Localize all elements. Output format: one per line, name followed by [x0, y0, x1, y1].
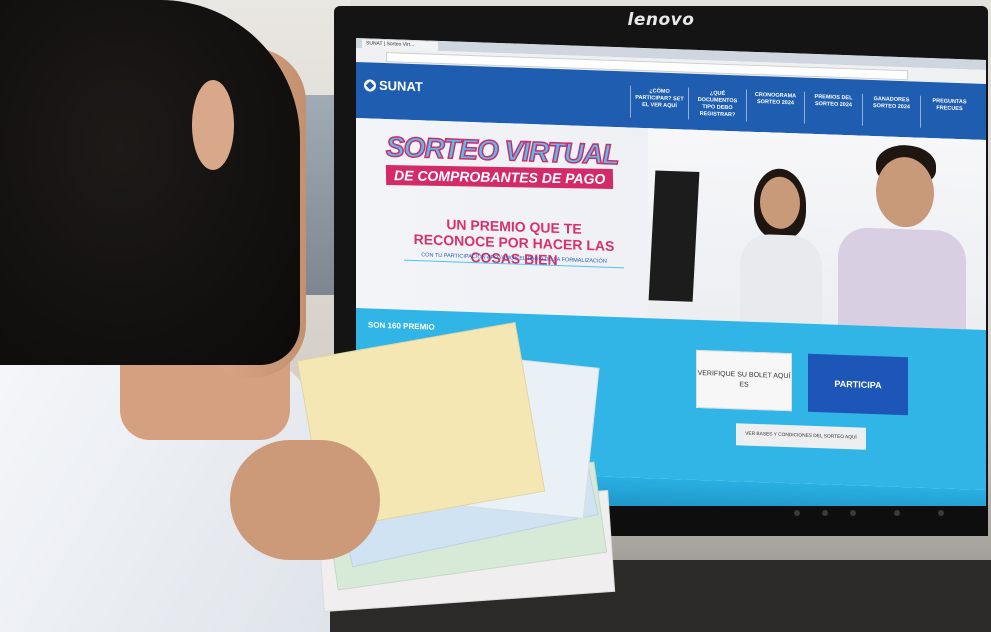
sunat-logo-text: SUNAT	[379, 77, 423, 95]
desktop-computer-image	[648, 170, 700, 302]
woman-figure	[734, 167, 824, 325]
sunat-logo-icon	[364, 78, 376, 92]
man-figure	[826, 142, 966, 330]
menu-button-icon[interactable]	[822, 510, 828, 516]
person-hair	[0, 0, 300, 365]
terms-conditions-button[interactable]: VER BASES Y CONDICIONES DEL SORTEO AQUÍ	[736, 423, 866, 450]
nav-ganadores[interactable]: GANADORES SORTEO 2024	[862, 93, 920, 128]
nav-premios[interactable]: PREMIOS DEL SORTEO 2024	[804, 91, 862, 126]
power-button-icon[interactable]	[794, 510, 800, 516]
nav-como-participar[interactable]: ¿CÓMO PARTICIPAR? SET EL VER AQUÍ	[630, 85, 688, 120]
person-hand	[230, 440, 380, 560]
photo-scene: lenovo SUNAT | Sorteo Virt... SUNAT ¿CÓM…	[0, 0, 991, 632]
verify-receipt-button[interactable]: VERIFIQUE SU BOLET AQUÍ ES	[696, 349, 792, 412]
up-button-icon[interactable]	[850, 510, 856, 516]
main-nav: ¿CÓMO PARTICIPAR? SET EL VER AQUÍ ¿QUÉ D…	[630, 85, 978, 130]
input-button-icon[interactable]	[938, 510, 944, 516]
monitor-brand-logo: lenovo	[627, 10, 695, 30]
down-button-icon[interactable]	[894, 510, 900, 516]
hero-title-line2: DE COMPROBANTES DE PAGO	[385, 165, 614, 190]
sunat-logo[interactable]: SUNAT	[364, 77, 423, 94]
person-ear	[192, 80, 234, 170]
participate-button[interactable]: PARTICIPA	[808, 353, 908, 416]
hero-photo	[648, 128, 986, 331]
nav-cronograma[interactable]: CRONOGRAMA SORTEO 2024	[746, 89, 804, 124]
hero-banner: SORTEO VIRTUAL DE COMPROBANTES DE PAGO U…	[356, 118, 986, 331]
nav-preguntas[interactable]: PREGUNTAS FRECUES	[920, 95, 978, 130]
nav-documentos[interactable]: ¿QUÉ DOCUMENTOS TIPO DEBO REGISTRAR?	[688, 87, 746, 122]
